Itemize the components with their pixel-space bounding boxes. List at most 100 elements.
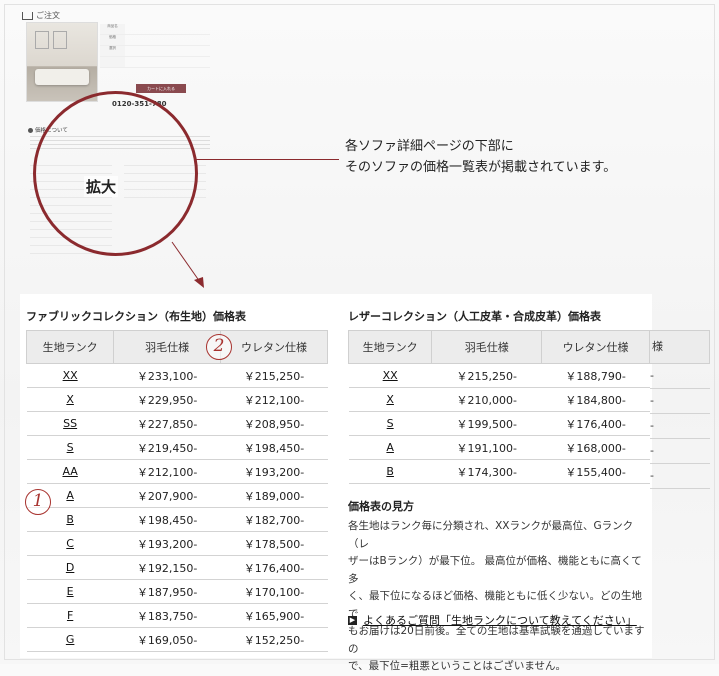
magnifier-circle bbox=[33, 91, 198, 256]
rank-link[interactable]: X bbox=[66, 393, 74, 406]
price-cell: ￥155,400- bbox=[541, 459, 650, 484]
badge-two: 2 bbox=[206, 334, 232, 360]
table-row: B ￥198,450- ￥182,700- bbox=[26, 507, 328, 532]
rank-link[interactable]: B bbox=[386, 465, 394, 478]
price-cell: ￥168,000- bbox=[541, 435, 650, 460]
price-cell: ￥152,250- bbox=[220, 627, 328, 652]
rank-cell: X bbox=[26, 387, 114, 412]
rank-link[interactable]: A bbox=[386, 441, 394, 454]
fabric-price-table: 生地ランク 羽毛仕様 ウレタン仕様 XX ￥233,100- ￥215,250- X ￥… bbox=[25, 330, 328, 652]
table-row: B ￥174,300- ￥155,400- bbox=[348, 459, 650, 484]
price-cell: ￥189,000- bbox=[220, 483, 328, 508]
table-row: S ￥219,450- ￥198,450- bbox=[26, 435, 328, 460]
rank-cell: E bbox=[26, 579, 114, 604]
rank-cell: X bbox=[348, 387, 432, 412]
table-row: X ￥210,000- ￥184,800- bbox=[348, 387, 650, 412]
rank-link[interactable]: XX bbox=[63, 369, 78, 382]
leather-title: レザーコレクション（人工皮革・合成皮革）価格表 bbox=[348, 310, 601, 323]
price-cell: ￥219,450- bbox=[113, 435, 221, 460]
rank-cell: AA bbox=[26, 459, 114, 484]
price-cell: ￥210,000- bbox=[431, 387, 542, 412]
col-header: 羽毛仕様 bbox=[431, 330, 543, 364]
price-cell: ￥188,790- bbox=[541, 363, 650, 388]
rank-link[interactable]: E bbox=[67, 585, 74, 598]
price-cell: ￥182,700- bbox=[220, 507, 328, 532]
col-header: 生地ランク bbox=[25, 330, 115, 364]
price-cell: ￥193,200- bbox=[220, 459, 328, 484]
col-header: 羽毛仕様 bbox=[113, 330, 222, 364]
rank-link[interactable]: SS bbox=[63, 417, 77, 430]
rank-cell: G bbox=[26, 627, 114, 652]
price-cell: ￥169,050- bbox=[113, 627, 221, 652]
price-cell: ￥212,100- bbox=[220, 387, 328, 412]
table-row: E ￥187,950- ￥170,100- bbox=[26, 579, 328, 604]
table-row: X ￥229,950- ￥212,100- bbox=[26, 387, 328, 412]
table-row: F ￥183,750- ￥165,900- bbox=[26, 603, 328, 628]
price-cell: ￥227,850- bbox=[113, 411, 221, 436]
price-cell: ￥191,100- bbox=[431, 435, 542, 460]
price-cell: ￥170,100- bbox=[220, 579, 328, 604]
rank-link[interactable]: S bbox=[387, 417, 394, 430]
price-cell: ￥207,900- bbox=[113, 483, 221, 508]
price-cell: ￥165,900- bbox=[220, 603, 328, 628]
truncated-column: 様 - - - - - bbox=[650, 330, 710, 489]
price-cell: ￥229,950- bbox=[113, 387, 221, 412]
price-cell: ￥178,500- bbox=[220, 531, 328, 556]
callout-connector bbox=[196, 159, 339, 160]
sofa-photo bbox=[26, 22, 98, 102]
rank-link[interactable]: G bbox=[66, 633, 75, 646]
table-row: C ￥193,200- ￥178,500- bbox=[26, 531, 328, 556]
table-row: XX ￥233,100- ￥215,250- bbox=[26, 363, 328, 388]
rank-cell: S bbox=[348, 411, 432, 436]
rank-link[interactable]: S bbox=[67, 441, 74, 454]
mini-spec-table: 商品名 価格 選択 bbox=[100, 24, 210, 68]
arrow-to-table bbox=[171, 241, 204, 288]
callout-text: 各ソファ詳細ページの下部に そのソファの価格一覧表が掲載されています。 bbox=[345, 139, 617, 175]
rank-link[interactable]: D bbox=[66, 561, 74, 574]
rank-cell: XX bbox=[348, 363, 432, 388]
table-row: A ￥207,900- ￥189,000- bbox=[26, 483, 328, 508]
badge-one: 1 bbox=[25, 489, 51, 515]
price-cell: ￥192,150- bbox=[113, 555, 221, 580]
zoom-label: 拡大 bbox=[84, 176, 119, 197]
cart-icon bbox=[22, 11, 33, 20]
price-cell: ￥176,400- bbox=[541, 411, 650, 436]
rank-link[interactable]: XX bbox=[383, 369, 398, 382]
rank-link[interactable]: AA bbox=[62, 465, 77, 478]
rank-cell: F bbox=[26, 603, 114, 628]
fabric-title: ファブリックコレクション（布生地）価格表 bbox=[26, 310, 246, 323]
order-heading: ご注文 bbox=[22, 10, 60, 21]
table-row: D ￥192,150- ￥176,400- bbox=[26, 555, 328, 580]
price-cell: ￥215,250- bbox=[220, 363, 328, 388]
faq-link[interactable]: ▶ よくあるご質問「生地ランクについて教えてください」 bbox=[348, 612, 637, 628]
table-row: S ￥199,500- ￥176,400- bbox=[348, 411, 650, 436]
leather-price-table: 生地ランク 羽毛仕様 ウレタン仕様 XX ￥215,250- ￥188,790- X ￥… bbox=[347, 330, 650, 484]
rank-cell: A bbox=[348, 435, 432, 460]
guide-title: 価格表の見方 bbox=[348, 500, 414, 513]
col-header: ウレタン仕様 bbox=[541, 330, 650, 364]
col-header: 生地ランク bbox=[347, 330, 433, 364]
rank-link[interactable]: A bbox=[66, 489, 74, 502]
rank-cell: C bbox=[26, 531, 114, 556]
rank-cell: SS bbox=[26, 411, 114, 436]
price-panel: ファブリックコレクション（布生地）価格表 生地ランク 羽毛仕様 ウレタン仕様 X… bbox=[20, 294, 710, 672]
rank-link[interactable]: C bbox=[66, 537, 74, 550]
mini-cart-button[interactable]: カートに入れる bbox=[136, 84, 186, 93]
price-cell: ￥208,950- bbox=[220, 411, 328, 436]
col-header: ウレタン仕様 bbox=[220, 330, 328, 364]
price-cell: ￥176,400- bbox=[220, 555, 328, 580]
price-cell: ￥215,250- bbox=[431, 363, 542, 388]
price-cell: ￥198,450- bbox=[220, 435, 328, 460]
rank-link[interactable]: X bbox=[386, 393, 394, 406]
table-row: AA ￥212,100- ￥193,200- bbox=[26, 459, 328, 484]
price-cell: ￥198,450- bbox=[113, 507, 221, 532]
table-row: G ￥169,050- ￥152,250- bbox=[26, 627, 328, 652]
price-cell: ￥174,300- bbox=[431, 459, 542, 484]
rank-link[interactable]: F bbox=[67, 609, 73, 622]
rank-cell: S bbox=[26, 435, 114, 460]
price-cell: ￥183,750- bbox=[113, 603, 221, 628]
price-cell: ￥184,800- bbox=[541, 387, 650, 412]
rank-link[interactable]: B bbox=[66, 513, 74, 526]
price-cell: ￥233,100- bbox=[113, 363, 221, 388]
rank-cell: XX bbox=[26, 363, 114, 388]
